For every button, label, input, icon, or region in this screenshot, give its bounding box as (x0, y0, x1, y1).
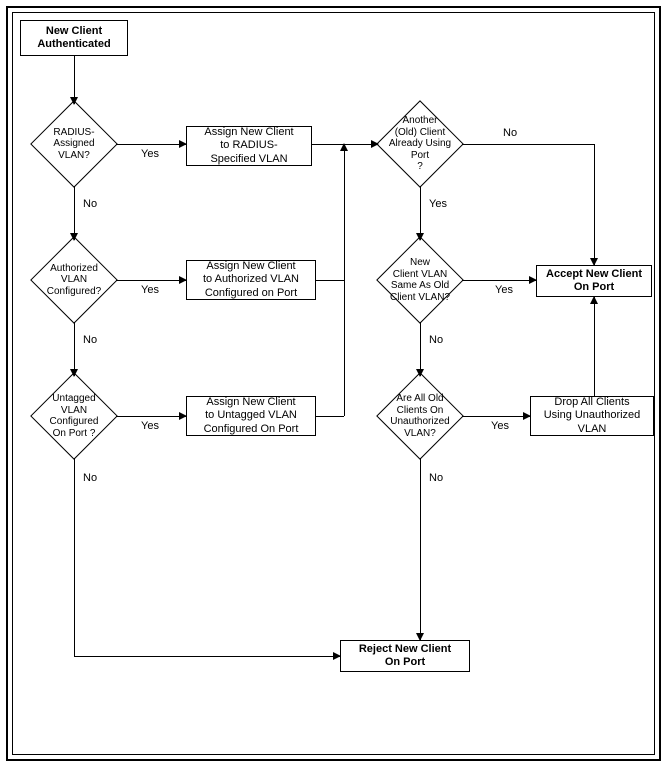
node-start: New ClientAuthenticated (20, 20, 128, 56)
node-reject: Reject New ClientOn Port (340, 640, 470, 672)
flowchart-canvas: New ClientAuthenticated RADIUS-AssignedV… (0, 0, 667, 767)
edge (74, 186, 75, 240)
edge-label: No (82, 472, 98, 484)
edge-label: No (428, 334, 444, 346)
node-d3-text: UntaggedVLANConfiguredOn Port ? (30, 372, 118, 460)
edge (316, 416, 344, 417)
edge (462, 280, 536, 281)
node-reject-text: Reject New ClientOn Port (359, 643, 451, 669)
edge-label: Yes (140, 420, 160, 432)
node-d1: RADIUS-AssignedVLAN? (30, 100, 118, 188)
node-d2-text: AuthorizedVLANConfigured? (30, 236, 118, 324)
node-p3: Assign New Clientto Untagged VLANConfigu… (186, 396, 316, 436)
node-d1-text: RADIUS-AssignedVLAN? (30, 100, 118, 188)
edge-label: Yes (494, 284, 514, 296)
node-d5: NewClient VLANSame As OldClient VLAN? (376, 236, 464, 324)
edge (74, 322, 75, 376)
edge (344, 144, 345, 280)
edge (420, 322, 421, 376)
edge (344, 280, 345, 416)
node-d4: Another(Old) ClientAlready UsingPort? (376, 100, 464, 188)
edge (420, 458, 421, 640)
edge (420, 186, 421, 240)
node-d3: UntaggedVLANConfiguredOn Port ? (30, 372, 118, 460)
node-start-text: New ClientAuthenticated (37, 25, 110, 51)
edge (74, 56, 75, 104)
edge (74, 458, 75, 656)
edge (116, 280, 186, 281)
edge (116, 144, 186, 145)
edge-label: No (82, 198, 98, 210)
node-drop: Drop All ClientsUsing UnauthorizedVLAN (530, 396, 654, 436)
node-p2: Assign New Clientto Authorized VLANConfi… (186, 260, 316, 300)
edge-label: Yes (490, 420, 510, 432)
edge (462, 144, 594, 145)
edge-label: No (82, 334, 98, 346)
edge-label: Yes (140, 148, 160, 160)
node-d5-text: NewClient VLANSame As OldClient VLAN? (376, 236, 464, 324)
edge (316, 280, 344, 281)
node-d6-text: Are All OldClients OnUnauthorizedVLAN? (376, 372, 464, 460)
node-p1: Assign New Clientto RADIUS-Specified VLA… (186, 126, 312, 166)
edge (594, 144, 595, 265)
node-d4-text: Another(Old) ClientAlready UsingPort? (376, 100, 464, 188)
node-accept-text: Accept New ClientOn Port (546, 268, 642, 294)
node-p3-text: Assign New Clientto Untagged VLANConfigu… (204, 396, 299, 436)
edge-label: No (428, 472, 444, 484)
edge-label: No (502, 127, 518, 139)
edge-label: Yes (140, 284, 160, 296)
node-d2: AuthorizedVLANConfigured? (30, 236, 118, 324)
node-p1-text: Assign New Clientto RADIUS-Specified VLA… (204, 126, 293, 166)
node-d6: Are All OldClients OnUnauthorizedVLAN? (376, 372, 464, 460)
edge (116, 416, 186, 417)
node-accept: Accept New ClientOn Port (536, 265, 652, 297)
edge-label: Yes (428, 198, 448, 210)
edge (594, 297, 595, 396)
edge (74, 656, 340, 657)
edge (462, 416, 530, 417)
node-p2-text: Assign New Clientto Authorized VLANConfi… (203, 260, 299, 300)
node-drop-text: Drop All ClientsUsing UnauthorizedVLAN (544, 396, 641, 436)
